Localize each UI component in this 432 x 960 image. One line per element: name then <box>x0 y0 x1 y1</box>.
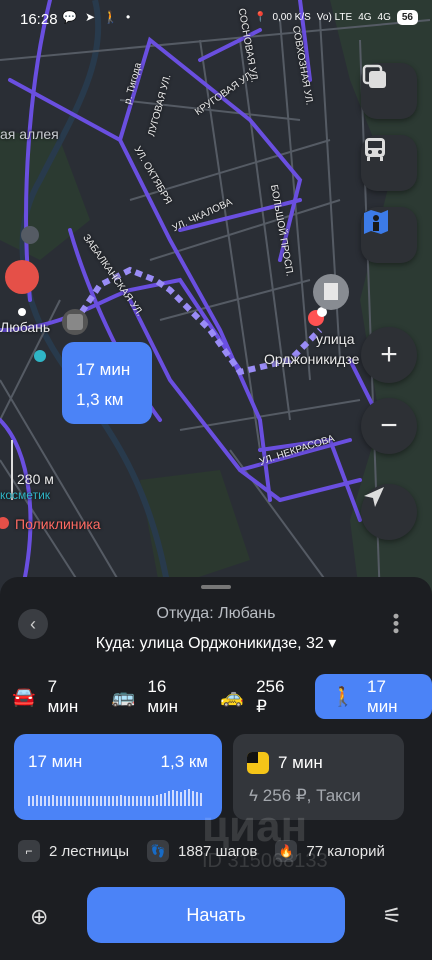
zoom-in-button[interactable]: + <box>361 327 417 383</box>
steps-icon: 👣 <box>147 840 170 862</box>
mode-taxi-label: 256 ₽ <box>256 676 285 716</box>
bus-icon <box>365 138 385 161</box>
watermark-brand: циан <box>202 802 308 851</box>
route-sheet: ‹ Откуда: Любань Куда: улица Орджоникидз… <box>0 577 432 960</box>
layers-icon <box>362 64 386 88</box>
layers-button[interactable] <box>361 63 417 119</box>
add-point-icon[interactable]: ⊕ <box>30 904 48 930</box>
status-right: 📍 0,00 K/S Vo) LTE 4G 4G 56 <box>254 10 418 25</box>
chat-icon: 💬 <box>62 10 77 24</box>
minus-icon: − <box>380 409 398 442</box>
zoom-out-button[interactable]: − <box>361 398 417 454</box>
mode-bus[interactable]: 🚌 16 мин <box>100 674 209 719</box>
route-settings-icon[interactable]: ⚟ <box>382 903 402 929</box>
status-bar: 16:28 💬 ➤ 🚶 • 📍 0,00 K/S Vo) LTE 4G 4G 5… <box>0 0 432 40</box>
status-time: 16:28 <box>20 11 58 28</box>
route-bubble-distance: 1,3 км <box>76 390 124 409</box>
map-label-ordzhonikidze: Орджоникидзе <box>264 351 360 367</box>
signal-4g-1: 4G <box>358 12 372 23</box>
map-label-cosmetic: косметик <box>0 488 51 502</box>
fact-stairs: ⌐ 2 лестницы <box>18 840 129 862</box>
bus-mode-icon: 🚌 <box>111 686 136 708</box>
signal-4g-2: 4G <box>377 12 391 23</box>
battery-indicator: 56 <box>396 10 418 25</box>
mode-walk-label: 17 мин <box>367 676 398 716</box>
telegram-icon: ➤ <box>84 10 96 24</box>
location-icon: 📍 <box>253 12 267 23</box>
start-button[interactable]: Начать <box>87 887 345 943</box>
plus-icon: + <box>380 338 398 371</box>
stairs-icon: ⌐ <box>18 840 40 862</box>
map-label-clinic: Поликлиника <box>15 516 101 532</box>
mode-car-label: 7 мин <box>47 676 79 716</box>
speed-readout: 0,00 K/S <box>272 12 311 23</box>
car-icon: 🚘 <box>12 686 36 708</box>
panorama-icon <box>364 210 388 234</box>
walk-route-card[interactable]: 17 мин 1,3 км <box>14 734 222 820</box>
yandex-go-icon <box>247 752 269 774</box>
locate-icon <box>364 487 384 507</box>
taxi-icon: 🚕 <box>220 686 245 708</box>
mode-car[interactable]: 🚘 7 мин <box>0 674 100 719</box>
walk-card-time: 17 мин <box>28 752 83 771</box>
route-from[interactable]: Откуда: Любань <box>0 605 432 623</box>
dot-icon: • <box>125 10 131 24</box>
transport-button[interactable] <box>361 135 417 191</box>
locate-button[interactable] <box>361 484 417 540</box>
map-label-lyuban: Любань <box>0 319 51 335</box>
elevation-profile <box>28 789 202 806</box>
more-menu-icon[interactable]: ••• <box>385 613 406 635</box>
mode-bus-label: 16 мин <box>147 676 178 716</box>
mode-taxi[interactable]: 🚕 256 ₽ <box>208 674 307 719</box>
action-row: ⊕ Начать ⚟ <box>0 887 432 947</box>
mode-walk[interactable]: 🚶 17 мин <box>315 674 432 719</box>
map-label-street: улица <box>316 331 355 347</box>
route-time-bubble[interactable]: 17 мин 1,3 км <box>62 342 152 424</box>
map-label-distance: 280 м <box>17 471 54 487</box>
taxi-card-time: 7 мин <box>278 753 323 772</box>
map-label-alley: ая аллея <box>0 126 59 142</box>
sheet-handle[interactable] <box>201 585 231 589</box>
transport-modes: 🚘 7 мин 🚌 16 мин 🚕 256 ₽ 🚶 17 мин <box>0 674 432 719</box>
notification-icons: 💬 ➤ 🚶 • <box>62 10 130 24</box>
walk-icon: 🚶 <box>331 686 355 708</box>
walk-card-distance: 1,3 км <box>160 752 208 771</box>
watermark-id: ID 315068133 <box>202 850 328 872</box>
walk-notification-icon: 🚶 <box>103 10 118 24</box>
volte-indicator: Vo) LTE <box>316 12 353 23</box>
route-to[interactable]: Куда: улица Орджоникидзе, 32 ▾ <box>0 633 432 653</box>
fact-stairs-label: 2 лестницы <box>49 842 130 860</box>
map-view[interactable]: ая аллея Любань улица Орджоникидзе 280 м… <box>0 0 432 600</box>
panorama-button[interactable] <box>361 207 417 263</box>
route-bubble-time: 17 мин <box>76 360 131 379</box>
